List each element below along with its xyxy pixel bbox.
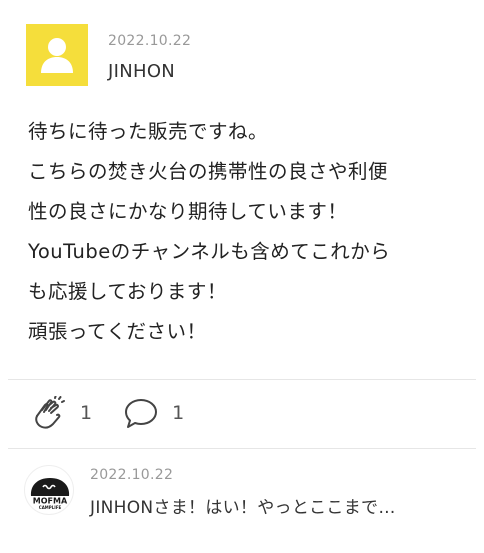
reply-text[interactable]: JINHONさま！はい！やっとここまで… <box>90 493 396 518</box>
comment-date: 2022.10.22 <box>108 32 192 49</box>
comment-header: 2022.10.22 JINHON <box>26 24 191 86</box>
comment-author[interactable]: JINHON <box>108 61 191 82</box>
comment-body-line: も応援しております！ <box>28 280 227 303</box>
user-silhouette-icon <box>41 38 73 73</box>
comment-body-line: YouTubeのチャンネルも含めてこれから <box>28 240 391 263</box>
reply-date: 2022.10.22 <box>90 467 174 483</box>
comment-actions: 1 1 <box>32 395 184 431</box>
speech-bubble-icon <box>125 399 158 428</box>
comment-body: 待ちに待った販売ですね。 こちらの焚き火台の携帯性の良さや利便 性の良さにかなり… <box>28 112 468 352</box>
clap-count: 1 <box>80 402 93 424</box>
reply-button[interactable]: 1 <box>124 397 184 429</box>
reply-avatar[interactable]: MOFMA CAMPLIFE <box>24 465 74 515</box>
comment-meta: 2022.10.22 JINHON <box>108 29 191 82</box>
reply-meta: 2022.10.22 JINHONさま！はい！やっとここまで… <box>90 463 396 523</box>
comment-body-line: 頑張ってください！ <box>28 320 207 343</box>
mofma-logo: MOFMA CAMPLIFE <box>30 478 70 510</box>
comment-body-line: こちらの焚き火台の携帯性の良さや利便 <box>28 160 389 183</box>
logo-text-bottom: CAMPLIFE <box>39 505 62 510</box>
comment-body-line: 待ちに待った販売ですね。 <box>28 120 269 143</box>
clap-hands-icon <box>35 396 65 429</box>
reply-count: 1 <box>172 402 185 424</box>
avatar[interactable] <box>26 24 88 86</box>
clap-button[interactable]: 1 <box>32 396 92 430</box>
divider <box>8 379 476 380</box>
divider <box>8 448 476 449</box>
comment-body-line: 性の良さにかなり期待しています！ <box>28 200 348 223</box>
reply-preview[interactable]: MOFMA CAMPLIFE 2022.10.22 JINHONさま！はい！やっ… <box>24 463 396 523</box>
